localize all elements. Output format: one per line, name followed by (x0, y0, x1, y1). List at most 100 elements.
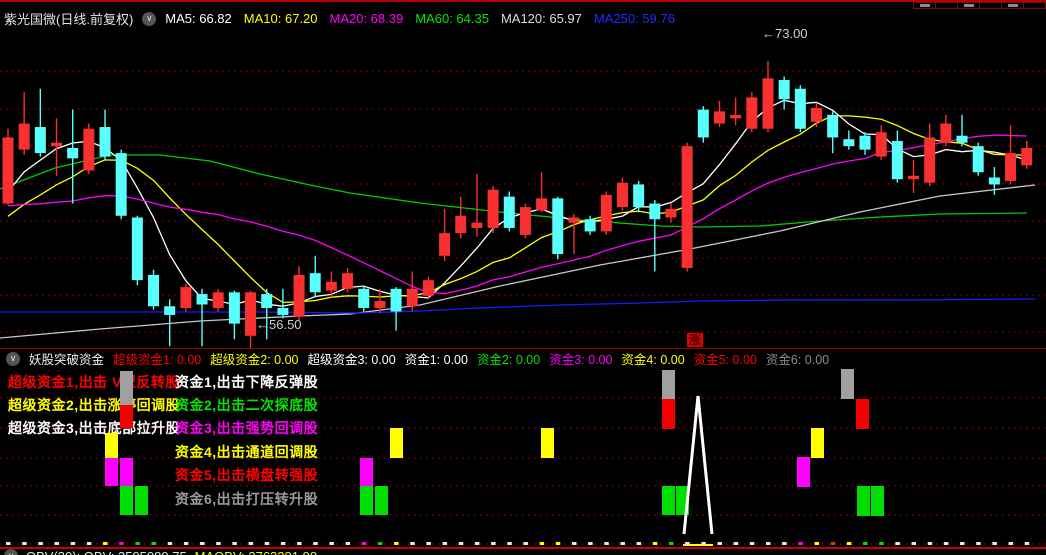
toolbar-cell[interactable] (957, 2, 980, 9)
candle-body (422, 280, 434, 296)
signal-tick (830, 542, 836, 545)
candle-body (536, 198, 548, 211)
signal-tick (604, 542, 609, 545)
signal-tick (588, 542, 593, 545)
signal-tick (119, 542, 124, 545)
signal-bar-red (662, 399, 675, 429)
candle-body (309, 273, 321, 293)
spike-underline (683, 544, 713, 546)
candle-body (1005, 153, 1017, 181)
signal-bar-green (857, 486, 870, 516)
candle-body (374, 301, 386, 308)
candle-body (827, 114, 839, 138)
stock-title: 紫光国微(日线.前复权) (4, 12, 134, 27)
signal-tick (555, 542, 561, 545)
signal-tick (361, 542, 367, 545)
signal-tick (620, 542, 625, 545)
signal-tick (22, 542, 27, 545)
signal-tick (313, 542, 318, 545)
toolbar-cell[interactable] (1001, 2, 1024, 9)
indicator-value: 超级资金3: 0.00 (307, 353, 396, 367)
ma-value-ma5: MA5: 66.82 (165, 11, 232, 26)
candle-body (681, 146, 693, 268)
signal-tick (70, 542, 76, 545)
candle-body (1021, 147, 1033, 166)
top-toolbar-cells[interactable] (913, 2, 1046, 10)
indicator-value: 资金3: 0.00 (549, 353, 613, 367)
signal-tick (927, 542, 933, 545)
candle-body (649, 203, 661, 220)
trading-app-window: 紫光国微(日线.前复权) ∨ MA5: 66.82 MA10: 67.20 MA20… (0, 0, 1046, 555)
signal-tick (151, 542, 157, 545)
signal-bar-gray (662, 370, 675, 399)
candle-body (633, 184, 645, 208)
signal-tick (410, 542, 415, 545)
signal-tick (86, 542, 92, 545)
candle-body (83, 128, 95, 171)
signal-tick (749, 542, 755, 545)
candle-body (228, 292, 240, 324)
candle-body (34, 127, 46, 154)
signal-tick (135, 542, 140, 545)
candle-body (164, 306, 176, 315)
obv-footer: ∨ OBV(30): OBV: 3595089.75 MAOBV: 376328… (4, 548, 317, 555)
candle-body (730, 114, 742, 119)
candle-body (956, 135, 968, 143)
chevron-down-icon[interactable]: ∨ (142, 11, 157, 26)
maobv-value: MAOBV: 3763281.98 (195, 549, 317, 555)
toolbar-cell[interactable] (913, 2, 936, 9)
signal-tick (652, 542, 658, 545)
signal-tick (685, 542, 690, 545)
signal-tick (765, 542, 771, 545)
toolbar-cell[interactable] (979, 2, 1002, 9)
limit-up-tag: 涨 (687, 333, 704, 347)
chevron-down-icon[interactable]: ∨ (6, 351, 20, 366)
candle-body (584, 219, 596, 232)
candle-body (811, 107, 822, 122)
signal-tick (523, 542, 528, 545)
signal-bar-green (120, 486, 133, 515)
chevron-down-icon[interactable]: ∨ (4, 549, 18, 555)
signal-tick (183, 542, 189, 545)
signal-tick (103, 542, 108, 545)
candle-body (18, 123, 30, 150)
signal-tick (539, 542, 545, 545)
signal-bar-red (856, 399, 869, 429)
signal-bar-magenta (797, 457, 810, 487)
top-toolbar-strip (0, 0, 1046, 10)
indicator-values-row: 超级资金1: 0.00 超级资金2: 0.00 超级资金3: 0.00 资金1: 0.… (113, 349, 829, 368)
signal-tick (879, 542, 884, 545)
toolbar-cell[interactable] (935, 2, 958, 9)
signal-bar-green (871, 486, 884, 516)
signal-tick (992, 542, 997, 545)
candle-body (51, 142, 63, 147)
legend-line: 资金4,出击通道回调股 (175, 444, 319, 460)
ma-value-ma120: MA120: 65.97 (500, 11, 582, 26)
candle-body (99, 127, 111, 157)
indicator-value: 资金6: 0.00 (765, 353, 830, 367)
ma-value-ma20: MA20: 68.39 (329, 11, 404, 26)
price-high-annotation: ←73.00 (762, 26, 808, 41)
candle-body (212, 292, 224, 308)
candle-body (277, 307, 289, 315)
toolbar-cell[interactable] (1023, 2, 1046, 9)
candlestick-chart[interactable] (0, 28, 1046, 348)
signal-tick (297, 542, 302, 545)
candle-body (503, 196, 515, 228)
legend-line: 超级资金2,出击涨停回调股 (8, 397, 181, 413)
candle-body (616, 182, 628, 208)
signal-tick (200, 542, 205, 545)
signal-tick (668, 542, 674, 545)
ma-value-ma250: MA250: 59.76 (593, 11, 675, 26)
signal-tick (911, 542, 917, 545)
candle-body (908, 175, 920, 180)
signal-tick (814, 542, 819, 545)
legend-line: 资金5,出击横盘转强股 (175, 467, 319, 483)
candle-body (568, 217, 580, 223)
ma-value-ma10: MA10: 67.20 (243, 11, 318, 26)
candle-body (875, 132, 887, 157)
indicator-name: 妖股突破资金 (29, 353, 105, 367)
candle-body (67, 147, 79, 159)
candle-body (600, 194, 612, 232)
signal-bar-green (676, 486, 689, 515)
